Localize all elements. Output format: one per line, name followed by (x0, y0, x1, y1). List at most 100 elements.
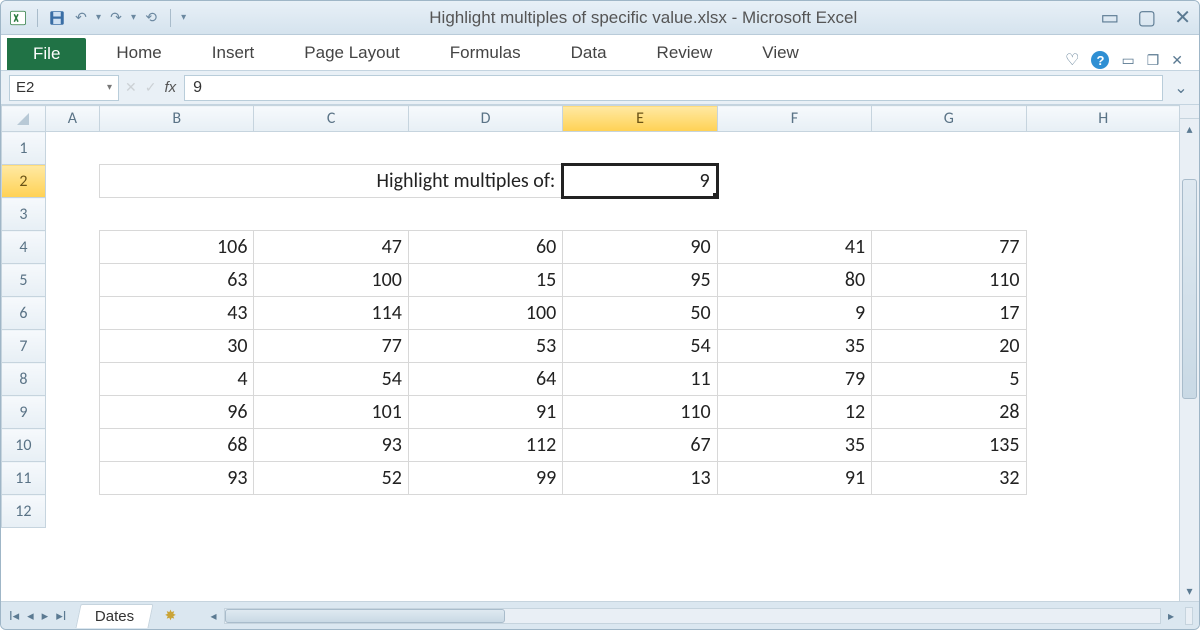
cell-D10[interactable]: 112 (408, 429, 562, 462)
cells-grid[interactable]: A B C D E F G H 12Highlight multiples of… (1, 105, 1179, 528)
cell-G11[interactable]: 32 (872, 462, 1026, 495)
minimize-button[interactable]: ▭ (1100, 8, 1119, 28)
cell-C10[interactable]: 93 (254, 429, 408, 462)
cell-B11[interactable]: 93 (100, 462, 254, 495)
tab-data[interactable]: Data (551, 36, 627, 70)
cell-F3[interactable] (717, 198, 871, 231)
cell-H4[interactable] (1026, 231, 1179, 264)
cell-B1[interactable] (100, 132, 254, 165)
cell-D1[interactable] (408, 132, 562, 165)
tab-view[interactable]: View (742, 36, 819, 70)
vertical-scrollbar[interactable]: ▴ ▾ (1179, 105, 1199, 601)
row-header-11[interactable]: 11 (2, 462, 46, 495)
undo-dropdown-icon[interactable]: ▾ (96, 12, 101, 23)
cell-D3[interactable] (408, 198, 562, 231)
cell-E8[interactable]: 11 (563, 363, 717, 396)
formula-input[interactable]: 9 (184, 75, 1163, 101)
tab-review[interactable]: Review (637, 36, 733, 70)
cell-A12[interactable] (45, 495, 99, 528)
col-header-D[interactable]: D (408, 106, 562, 132)
tab-prev-icon[interactable]: ◂ (25, 608, 36, 624)
cell-F6[interactable]: 9 (717, 297, 871, 330)
cell-H10[interactable] (1026, 429, 1179, 462)
select-all-corner[interactable] (2, 106, 46, 132)
new-sheet-icon[interactable]: ✸ (158, 606, 184, 626)
cell-B12[interactable] (100, 495, 254, 528)
cell-E1[interactable] (563, 132, 717, 165)
cell-E5[interactable]: 95 (563, 264, 717, 297)
cell-F8[interactable]: 79 (717, 363, 871, 396)
row-header-4[interactable]: 4 (2, 231, 46, 264)
col-header-G[interactable]: G (872, 106, 1026, 132)
row-header-5[interactable]: 5 (2, 264, 46, 297)
col-header-A[interactable]: A (45, 106, 99, 132)
repeat-icon[interactable]: ⟲ (142, 9, 160, 27)
horizontal-scrollbar[interactable]: ◂ ▸ (204, 607, 1193, 625)
cell-A10[interactable] (45, 429, 99, 462)
cell-C9[interactable]: 101 (254, 396, 408, 429)
cell-G7[interactable]: 20 (872, 330, 1026, 363)
cell-B8[interactable]: 4 (100, 363, 254, 396)
scroll-down-icon[interactable]: ▾ (1180, 581, 1199, 601)
scroll-left-icon[interactable]: ◂ (204, 609, 224, 623)
cell-C1[interactable] (254, 132, 408, 165)
row-header-3[interactable]: 3 (2, 198, 46, 231)
cell-C7[interactable]: 77 (254, 330, 408, 363)
cell-H2[interactable] (1026, 165, 1179, 198)
workbook-restore-icon[interactable]: ❐ (1147, 52, 1160, 69)
cell-G6[interactable]: 17 (872, 297, 1026, 330)
cell-D9[interactable]: 91 (408, 396, 562, 429)
cell-C3[interactable] (254, 198, 408, 231)
redo-icon[interactable]: ↷ (107, 9, 125, 27)
cell-H5[interactable] (1026, 264, 1179, 297)
cell-F7[interactable]: 35 (717, 330, 871, 363)
cell-H8[interactable] (1026, 363, 1179, 396)
formula-bar-expand-icon[interactable]: ⌄ (1171, 78, 1191, 98)
row-header-8[interactable]: 8 (2, 363, 46, 396)
cell-E7[interactable]: 54 (563, 330, 717, 363)
cell-G5[interactable]: 110 (872, 264, 1026, 297)
vscroll-thumb[interactable] (1182, 179, 1197, 399)
cell-F9[interactable]: 12 (717, 396, 871, 429)
cell-A2[interactable] (45, 165, 99, 198)
cell-D6[interactable]: 100 (408, 297, 562, 330)
cell-C8[interactable]: 54 (254, 363, 408, 396)
name-box[interactable]: E2 ▾ (9, 75, 119, 101)
redo-dropdown-icon[interactable]: ▾ (131, 12, 136, 23)
cell-F4[interactable]: 41 (717, 231, 871, 264)
cell-A11[interactable] (45, 462, 99, 495)
cell-G1[interactable] (872, 132, 1026, 165)
cell-D7[interactable]: 53 (408, 330, 562, 363)
tab-first-icon[interactable]: I◂ (7, 608, 21, 624)
cell-F12[interactable] (717, 495, 871, 528)
cell-D8[interactable]: 64 (408, 363, 562, 396)
cell-E3[interactable] (563, 198, 717, 231)
cell-A9[interactable] (45, 396, 99, 429)
hscroll-track[interactable] (224, 608, 1161, 624)
cell-A8[interactable] (45, 363, 99, 396)
cell-D4[interactable]: 60 (408, 231, 562, 264)
workbook-minimize-icon[interactable]: ▭ (1121, 52, 1134, 69)
col-header-C[interactable]: C (254, 106, 408, 132)
tab-formulas[interactable]: Formulas (430, 36, 541, 70)
cell-C12[interactable] (254, 495, 408, 528)
cell-A5[interactable] (45, 264, 99, 297)
cell-B6[interactable]: 43 (100, 297, 254, 330)
cell-B4[interactable]: 106 (100, 231, 254, 264)
save-icon[interactable] (48, 9, 66, 27)
cell-B3[interactable] (100, 198, 254, 231)
cell-G8[interactable]: 5 (872, 363, 1026, 396)
cell-C4[interactable]: 47 (254, 231, 408, 264)
cell-B7[interactable]: 30 (100, 330, 254, 363)
cell-A1[interactable] (45, 132, 99, 165)
file-tab[interactable]: File (7, 38, 86, 70)
row-header-1[interactable]: 1 (2, 132, 46, 165)
close-button[interactable]: ✕ (1174, 8, 1191, 28)
cell-D11[interactable]: 99 (408, 462, 562, 495)
excel-icon[interactable] (9, 9, 27, 27)
hscroll-thumb[interactable] (225, 609, 505, 623)
cell-H7[interactable] (1026, 330, 1179, 363)
cell-C11[interactable]: 52 (254, 462, 408, 495)
cell-D12[interactable] (408, 495, 562, 528)
cell-H11[interactable] (1026, 462, 1179, 495)
